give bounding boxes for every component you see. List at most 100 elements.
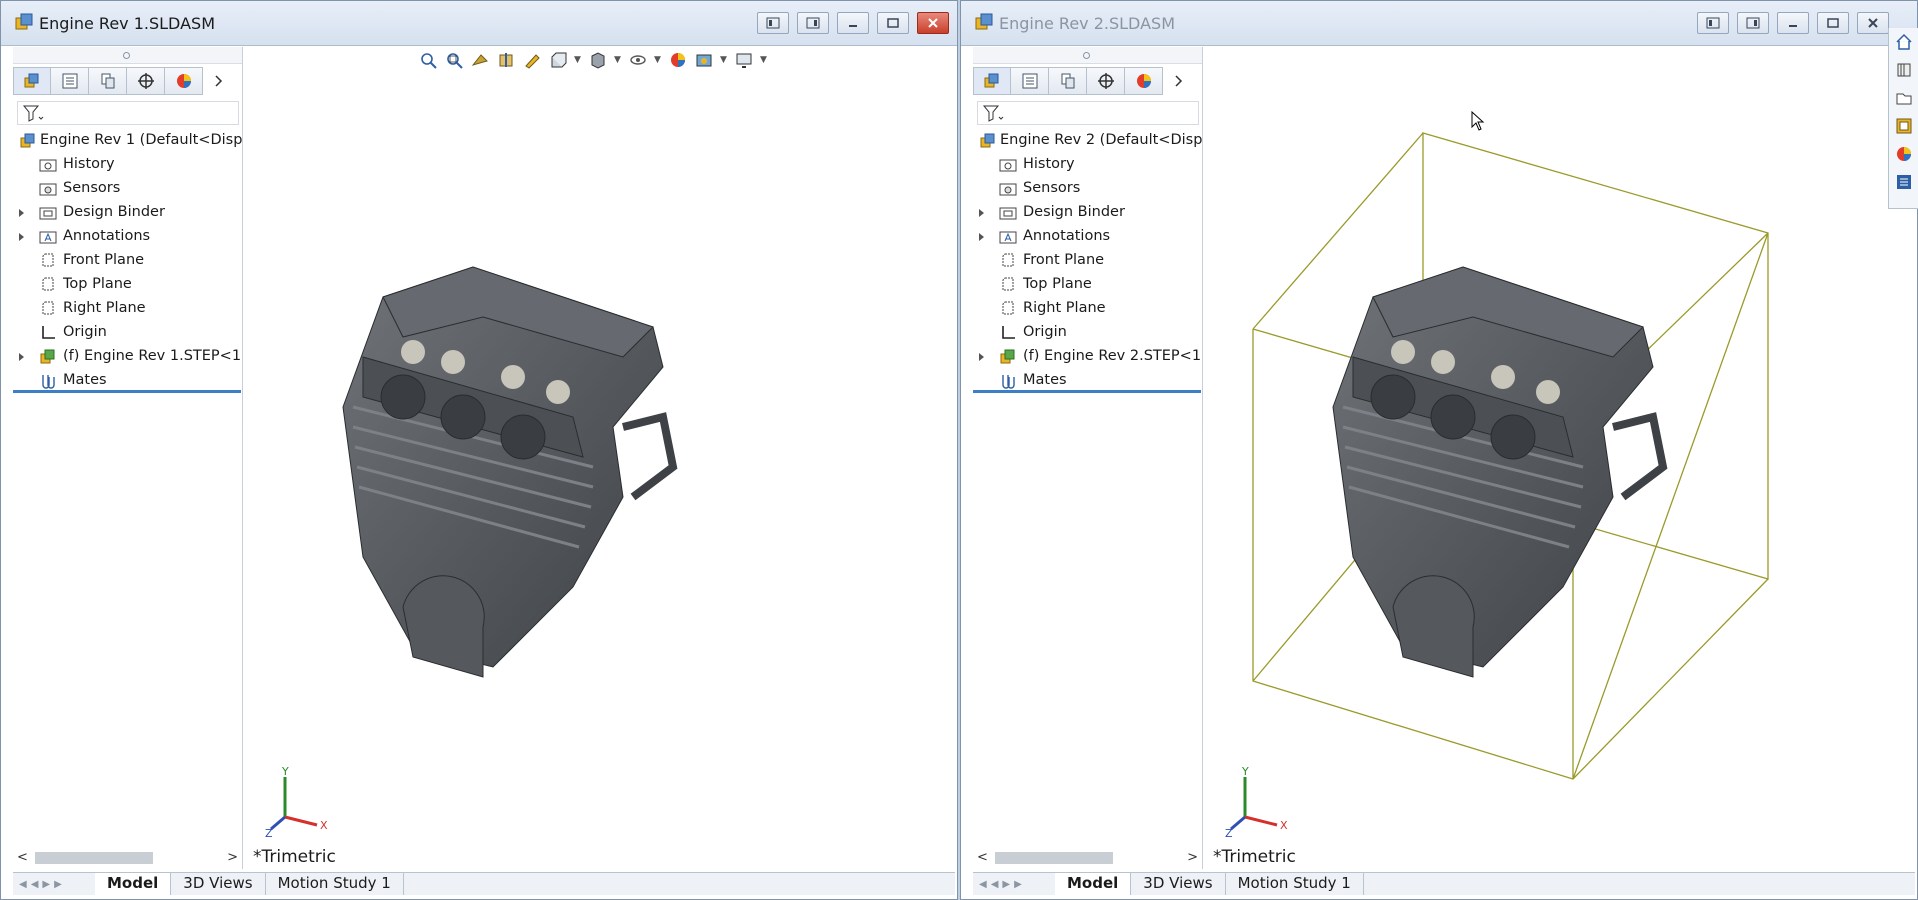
configurationmanager-tab-icon[interactable] (89, 67, 127, 95)
tree-item-front-plane[interactable]: Front Plane (973, 249, 1202, 273)
panel-grip[interactable] (973, 47, 1202, 64)
featuremanager-tab-icon[interactable] (13, 67, 51, 95)
tree-item-history[interactable]: History (13, 153, 242, 177)
dropdown-arrow-icon[interactable]: ▼ (720, 55, 728, 65)
hide-show-items-icon[interactable] (628, 50, 648, 70)
tree-item-right-plane[interactable]: Right Plane (13, 297, 242, 321)
tab-scroll-arrows[interactable]: ◀ ◀ ▶ ▶ (13, 873, 95, 895)
tree-item-design-binder[interactable]: Design Binder (13, 201, 242, 225)
expand-arrow-icon[interactable] (979, 353, 984, 361)
view-settings-icon[interactable] (734, 50, 754, 70)
view-palette-icon[interactable] (1889, 112, 1918, 140)
dimxpert-tab-icon[interactable] (1087, 67, 1125, 95)
graphics-area[interactable]: ▼ ▼ ▼ ▼ ▼ Y X Z *Trimetric (243, 47, 955, 869)
apply-scene-icon[interactable] (694, 50, 714, 70)
display-style-icon[interactable] (588, 50, 608, 70)
dropdown-arrow-icon[interactable]: ▼ (760, 55, 768, 65)
expand-arrow-icon[interactable] (19, 233, 24, 241)
title-bar[interactable]: Engine Rev 2.SLDASM (961, 1, 1917, 46)
appearances-icon[interactable] (1889, 140, 1918, 168)
scroll-left-icon[interactable]: < (977, 850, 988, 865)
tree-root[interactable]: Engine Rev 1 (Default<Display (13, 129, 242, 153)
chevron-right-icon[interactable] (1163, 67, 1195, 95)
filter-box[interactable] (17, 101, 239, 125)
chevron-right-icon[interactable] (203, 67, 235, 95)
tab-motion-study[interactable]: Motion Study 1 (1226, 873, 1364, 895)
tree-item-design-binder[interactable]: Design Binder (973, 201, 1202, 225)
dropdown-arrow-icon[interactable]: ▼ (574, 55, 582, 65)
tree-root[interactable]: Engine Rev 2 (Default<Display (973, 129, 1202, 153)
rollback-bar[interactable] (13, 390, 241, 393)
tree-item-origin[interactable]: Origin (973, 321, 1202, 345)
filter-box[interactable] (977, 101, 1199, 125)
dynamic-annotation-icon[interactable] (522, 50, 542, 70)
tree-item-right-plane[interactable]: Right Plane (973, 297, 1202, 321)
tab-model[interactable]: Model (1055, 873, 1132, 895)
scroll-thumb[interactable] (35, 852, 153, 864)
graphics-area[interactable]: Y X Z *Trimetric (1203, 47, 1915, 869)
tree-item-history[interactable]: History (973, 153, 1202, 177)
tile-left-button[interactable] (1697, 12, 1729, 34)
expand-arrow-icon[interactable] (979, 209, 984, 217)
expand-arrow-icon[interactable] (19, 209, 24, 217)
scroll-right-icon[interactable]: > (1187, 850, 1198, 865)
view-orientation-icon[interactable] (548, 50, 568, 70)
engine-model[interactable] (323, 257, 743, 717)
horizontal-scrollbar[interactable]: < > (15, 847, 240, 867)
tree-item-sensors[interactable]: Sensors (973, 177, 1202, 201)
sensors-icon (999, 183, 1017, 196)
tile-left-button[interactable] (757, 12, 789, 34)
tree-item-part[interactable]: (f) Engine Rev 2.STEP<1> ( (973, 345, 1202, 369)
title-bar[interactable]: Engine Rev 1.SLDASM (1, 1, 957, 46)
tree-item-front-plane[interactable]: Front Plane (13, 249, 242, 273)
tree-item-label: Front Plane (63, 252, 145, 268)
dropdown-arrow-icon[interactable]: ▼ (654, 55, 662, 65)
expand-arrow-icon[interactable] (979, 233, 984, 241)
panel-grip[interactable] (13, 47, 242, 64)
tree-item-top-plane[interactable]: Top Plane (13, 273, 242, 297)
dimxpert-tab-icon[interactable] (127, 67, 165, 95)
scroll-left-icon[interactable]: < (17, 850, 28, 865)
tab-3d-views[interactable]: 3D Views (1131, 873, 1226, 895)
expand-arrow-icon[interactable] (19, 353, 24, 361)
tile-right-button[interactable] (797, 12, 829, 34)
displaymanager-tab-icon[interactable] (1125, 67, 1163, 95)
tree-item-top-plane[interactable]: Top Plane (973, 273, 1202, 297)
tab-motion-study[interactable]: Motion Study 1 (266, 873, 404, 895)
section-view-icon[interactable] (496, 50, 516, 70)
tile-right-button[interactable] (1737, 12, 1769, 34)
zoom-to-area-icon[interactable] (444, 50, 464, 70)
propertymanager-tab-icon[interactable] (1011, 67, 1049, 95)
tree-item-sensors[interactable]: Sensors (13, 177, 242, 201)
featuremanager-tab-icon[interactable] (973, 67, 1011, 95)
tab-model[interactable]: Model (95, 873, 172, 895)
tab-3d-views[interactable]: 3D Views (171, 873, 266, 895)
propertymanager-tab-icon[interactable] (51, 67, 89, 95)
displaymanager-tab-icon[interactable] (165, 67, 203, 95)
scroll-thumb[interactable] (995, 852, 1113, 864)
tree-item-origin[interactable]: Origin (13, 321, 242, 345)
file-explorer-icon[interactable] (1889, 84, 1918, 112)
scroll-right-icon[interactable]: > (227, 850, 238, 865)
rollback-bar[interactable] (973, 390, 1201, 393)
maximize-button[interactable] (1817, 12, 1849, 34)
engine-model[interactable] (1313, 257, 1733, 717)
close-button[interactable] (917, 12, 949, 34)
horizontal-scrollbar[interactable]: < > (975, 847, 1200, 867)
design-library-icon[interactable] (1889, 56, 1918, 84)
maximize-button[interactable] (877, 12, 909, 34)
tree-item-annotations[interactable]: Annotations (13, 225, 242, 249)
tab-scroll-arrows[interactable]: ◀ ◀ ▶ ▶ (973, 873, 1055, 895)
edit-appearance-icon[interactable] (668, 50, 688, 70)
previous-view-icon[interactable] (470, 50, 490, 70)
tree-item-part[interactable]: (f) Engine Rev 1.STEP<1> ( (13, 345, 242, 369)
home-icon[interactable] (1889, 28, 1918, 56)
tree-item-annotations[interactable]: Annotations (973, 225, 1202, 249)
configurationmanager-tab-icon[interactable] (1049, 67, 1087, 95)
close-button[interactable] (1857, 12, 1889, 34)
minimize-button[interactable] (837, 12, 869, 34)
custom-properties-icon[interactable] (1889, 168, 1918, 196)
zoom-to-fit-icon[interactable] (418, 50, 438, 70)
minimize-button[interactable] (1777, 12, 1809, 34)
dropdown-arrow-icon[interactable]: ▼ (614, 55, 622, 65)
